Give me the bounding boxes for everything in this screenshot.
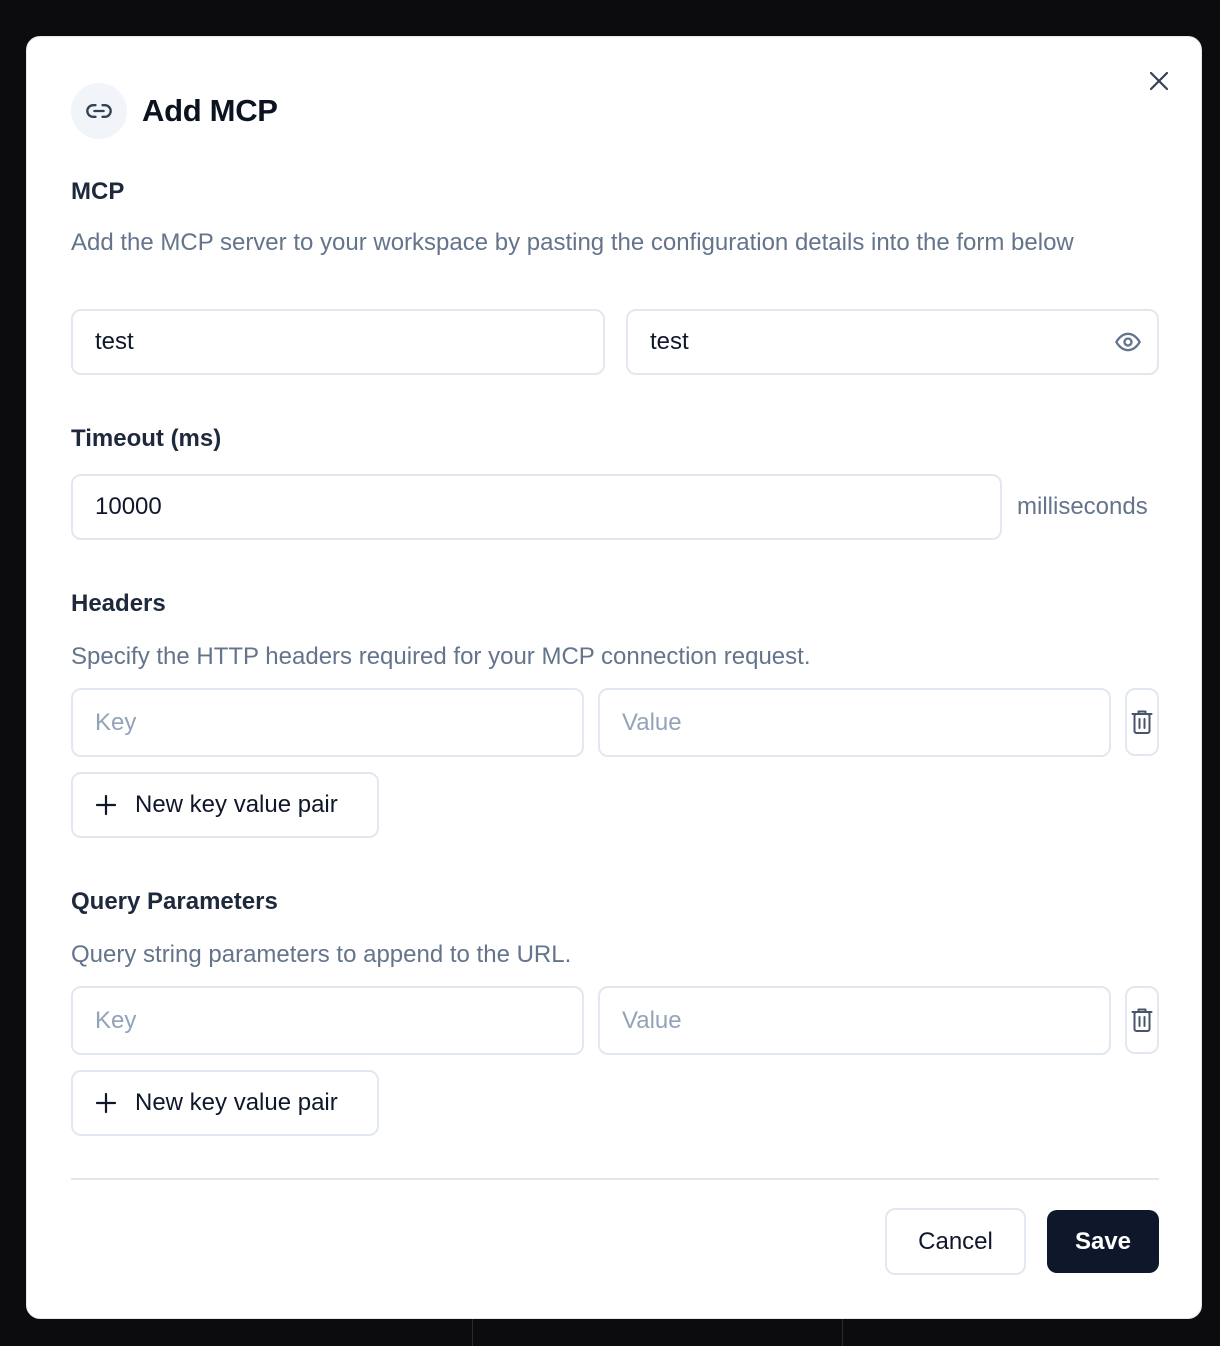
- mcp-secret-value: test: [650, 328, 689, 355]
- timeout-label: Timeout (ms): [71, 425, 222, 452]
- query-params-description: Query string parameters to append to the…: [71, 941, 572, 968]
- header-key-placeholder: Key: [95, 708, 137, 736]
- background-divider: [842, 1318, 843, 1346]
- delete-header-button[interactable]: [1125, 688, 1159, 756]
- dialog-title: Add MCP: [142, 93, 278, 128]
- mcp-name-input[interactable]: test: [71, 309, 605, 375]
- headers-description: Specify the HTTP headers required for yo…: [71, 643, 811, 670]
- trash-icon: [1131, 1008, 1153, 1032]
- header-key-input[interactable]: Key: [71, 688, 584, 757]
- background-divider: [472, 1318, 473, 1346]
- dialog-header: Add MCP: [71, 83, 278, 139]
- timeout-value: 10000: [95, 493, 162, 520]
- plus-icon: [95, 794, 117, 816]
- save-button[interactable]: Save: [1047, 1210, 1159, 1273]
- add-header-button[interactable]: New key value pair: [71, 772, 379, 838]
- query-key-placeholder: Key: [95, 1006, 137, 1034]
- query-value-placeholder: Value: [622, 1006, 682, 1034]
- add-query-param-button[interactable]: New key value pair: [71, 1070, 379, 1136]
- add-mcp-dialog: Add MCP MCP Add the MCP server to your w…: [26, 36, 1202, 1319]
- cancel-label: Cancel: [918, 1227, 993, 1255]
- add-header-label: New key value pair: [135, 791, 338, 818]
- mcp-secret-input[interactable]: test: [626, 309, 1159, 375]
- mcp-section-label: MCP: [71, 178, 125, 205]
- toggle-visibility-button[interactable]: [1113, 327, 1143, 357]
- timeout-unit: milliseconds: [1017, 493, 1148, 520]
- header-value-input[interactable]: Value: [598, 688, 1111, 757]
- timeout-input[interactable]: 10000: [71, 474, 1002, 540]
- mcp-name-value: test: [95, 328, 134, 355]
- plus-icon: [95, 1092, 117, 1114]
- close-icon: [1149, 71, 1169, 91]
- header-value-placeholder: Value: [622, 708, 682, 736]
- footer-divider: [71, 1178, 1159, 1180]
- close-button[interactable]: [1145, 67, 1173, 95]
- delete-query-param-button[interactable]: [1125, 986, 1159, 1054]
- eye-icon: [1115, 332, 1141, 352]
- headers-label: Headers: [71, 590, 166, 617]
- save-label: Save: [1074, 1227, 1132, 1255]
- link-icon: [86, 104, 112, 119]
- query-params-label: Query Parameters: [71, 888, 278, 915]
- cancel-button[interactable]: Cancel: [885, 1208, 1026, 1275]
- mcp-description: Add the MCP server to your workspace by …: [71, 229, 1074, 256]
- query-value-input[interactable]: Value: [598, 986, 1111, 1055]
- add-query-param-label: New key value pair: [135, 1089, 338, 1116]
- header-icon-circle: [71, 83, 127, 139]
- trash-icon: [1131, 710, 1153, 734]
- query-key-input[interactable]: Key: [71, 986, 584, 1055]
